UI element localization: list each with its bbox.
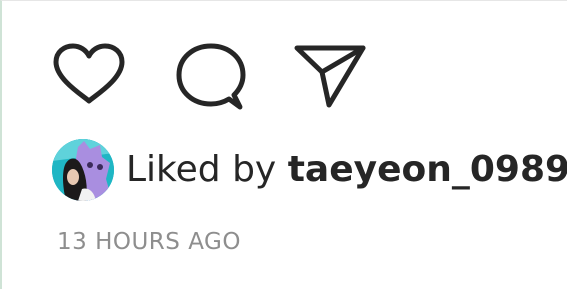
avatar-image: [52, 139, 114, 201]
post-timestamp[interactable]: 13 HOURS AGO: [57, 229, 241, 255]
liked-by-text: Liked by taeyeon_0989: [126, 152, 567, 188]
heart-icon: [53, 43, 125, 104]
liked-by-label: Liked by: [126, 149, 277, 190]
liked-by-row: Liked by taeyeon_0989: [52, 139, 567, 201]
liker-username-link[interactable]: taeyeon_0989: [288, 149, 567, 190]
share-button[interactable]: [294, 43, 366, 108]
paper-plane-icon: [294, 45, 366, 108]
avatar[interactable]: [52, 139, 114, 201]
comment-icon: [176, 43, 246, 110]
post-footer: Liked by taeyeon_0989 13 HOURS AGO: [0, 0, 567, 289]
like-button[interactable]: [52, 43, 126, 107]
comment-button[interactable]: [174, 43, 246, 113]
